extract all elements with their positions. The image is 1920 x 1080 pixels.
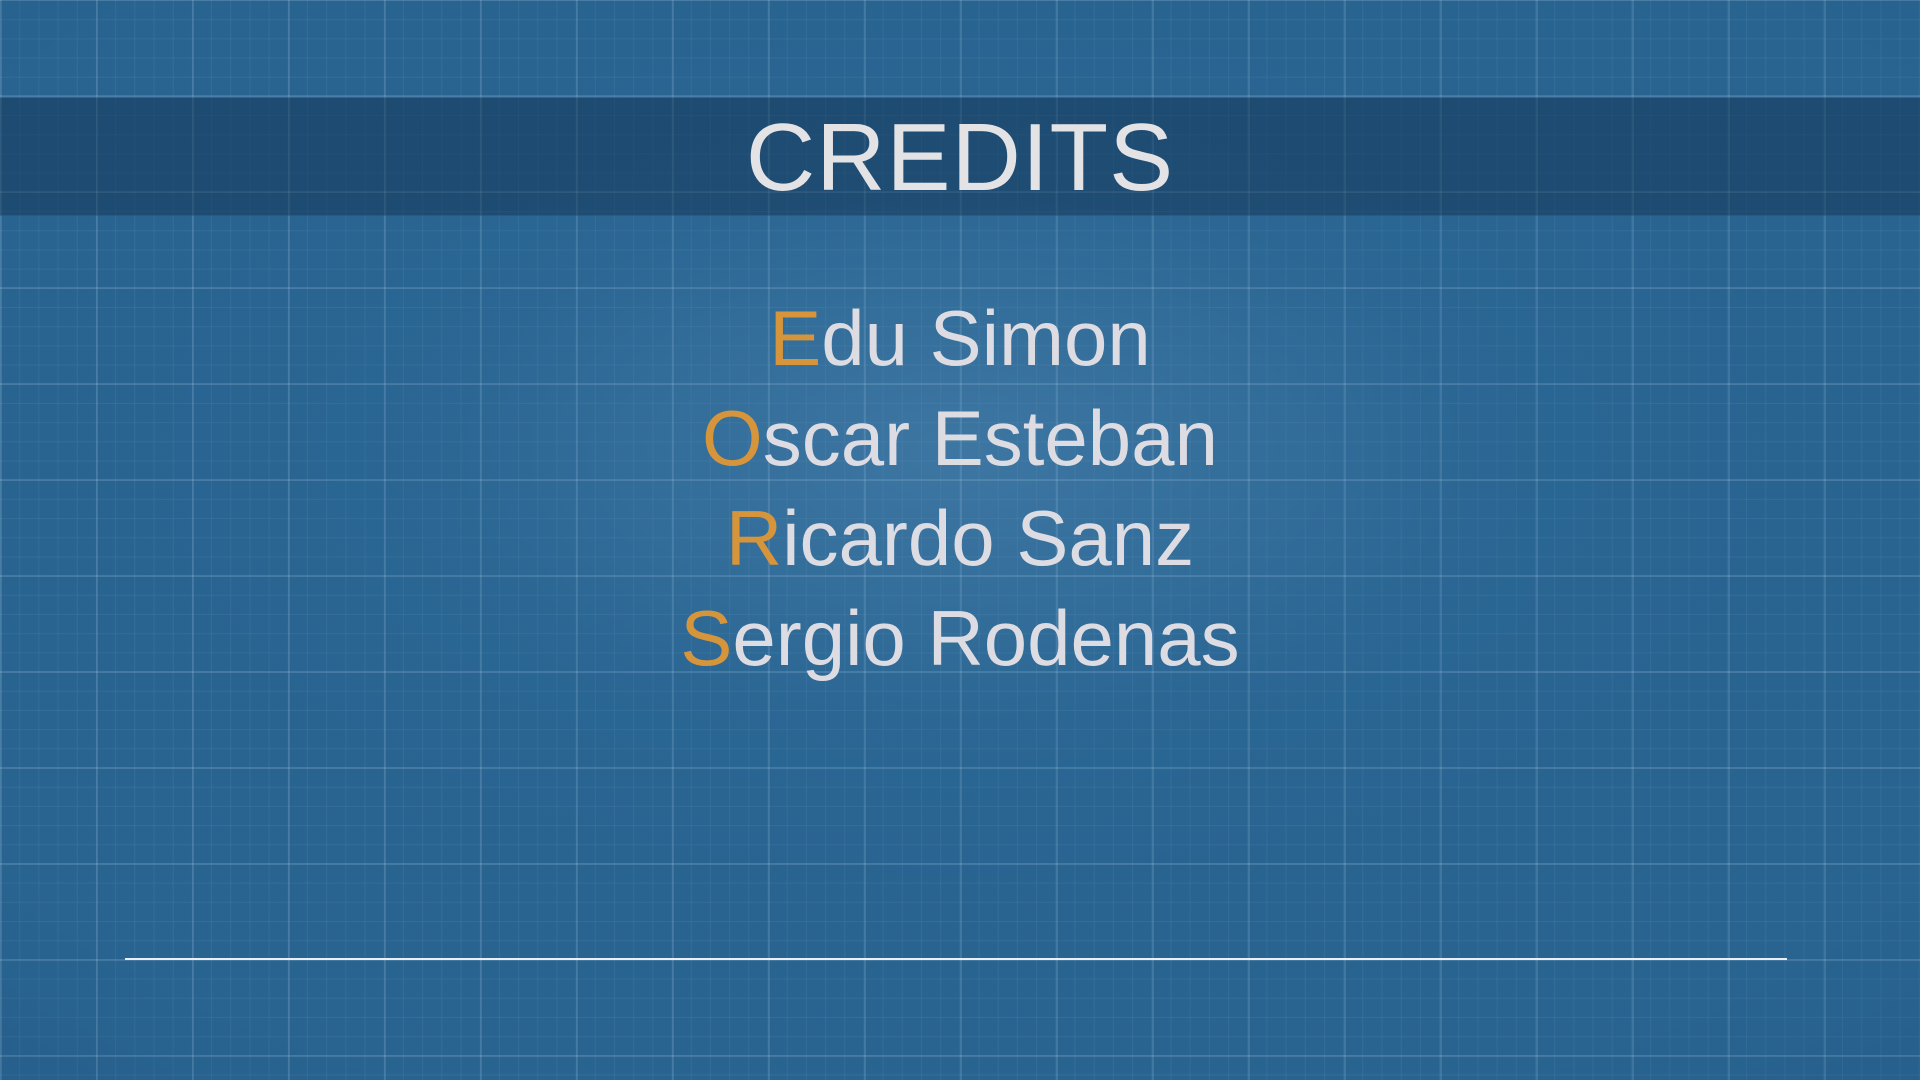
- credits-list: Edu Simon Oscar Esteban Ricardo Sanz Ser…: [0, 288, 1920, 688]
- credit-name-sergio-rodenas: Sergio Rodenas: [0, 588, 1920, 688]
- credit-name-edu-simon: Edu Simon: [0, 288, 1920, 388]
- credit-name-ricardo-sanz: Ricardo Sanz: [0, 488, 1920, 588]
- name-initial: E: [769, 294, 822, 382]
- footer-divider-line: [125, 958, 1787, 960]
- name-rest: du Simon: [821, 294, 1151, 382]
- name-rest: icardo Sanz: [782, 494, 1195, 582]
- name-initial: S: [680, 594, 733, 682]
- name-initial: O: [702, 394, 763, 482]
- name-initial: R: [725, 494, 783, 582]
- blueprint-grid-background: CREDITS Edu Simon Oscar Esteban Ricardo …: [0, 0, 1920, 1080]
- name-rest: scar Esteban: [762, 394, 1218, 482]
- name-rest: ergio Rodenas: [732, 594, 1240, 682]
- slide-title: CREDITS: [745, 104, 1175, 211]
- credit-name-oscar-esteban: Oscar Esteban: [0, 388, 1920, 488]
